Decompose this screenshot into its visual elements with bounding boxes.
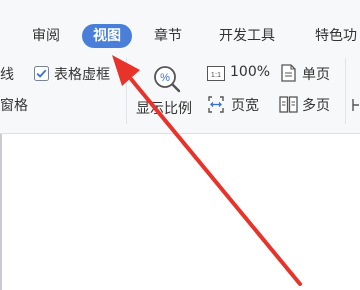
svg-text:%: % <box>160 72 170 84</box>
tab-special-features[interactable]: 特色功 <box>315 24 357 48</box>
tab-view[interactable]: 视图 <box>82 24 132 48</box>
single-page-button[interactable]: 单页 <box>281 64 337 84</box>
actual-size-icon: 1:1 <box>207 66 225 81</box>
single-page-icon <box>281 64 296 82</box>
page-width-label: 页宽 <box>231 98 259 114</box>
page-width-button[interactable]: 页宽 <box>207 95 267 115</box>
multi-page-label: 多页 <box>302 98 330 114</box>
single-page-label: 单页 <box>302 67 330 83</box>
zoom-100-label: 100% <box>230 64 271 80</box>
partial-tool-icon[interactable] <box>352 98 360 112</box>
group-divider <box>345 58 346 124</box>
table-gridlines-label: 表格虚框 <box>54 67 110 83</box>
zoom-ratio-label: 显示比例 <box>136 101 192 117</box>
tab-review[interactable]: 审阅 <box>32 24 60 48</box>
cut-off-label-bottom[interactable]: 窗格 <box>0 95 28 115</box>
group-divider <box>126 58 127 124</box>
table-gridlines-checkbox[interactable]: 表格虚框 <box>34 64 118 84</box>
view-ribbon: 线 窗格 表格虚框 % 显示比例 1:1 100% 页宽 单页 多页 <box>0 50 360 134</box>
magnifier-percent-icon: % <box>152 64 182 94</box>
checkbox-checked-icon <box>34 66 49 81</box>
multi-page-icon <box>279 96 298 113</box>
zoom-ratio-button[interactable]: % 显示比例 <box>136 60 198 128</box>
ribbon-tab-bar: 审阅 视图 章节 开发工具 特色功 <box>0 0 360 50</box>
tab-chapter[interactable]: 章节 <box>154 24 182 48</box>
tab-developer-tools[interactable]: 开发工具 <box>219 24 275 48</box>
document-canvas[interactable] <box>0 134 360 290</box>
svg-text:1:1: 1:1 <box>211 70 221 79</box>
cut-off-label-top[interactable]: 线 <box>0 64 14 84</box>
zoom-100-button[interactable]: 1:1 100% <box>207 64 273 84</box>
multi-page-button[interactable]: 多页 <box>279 95 337 115</box>
page-width-icon <box>207 96 225 113</box>
